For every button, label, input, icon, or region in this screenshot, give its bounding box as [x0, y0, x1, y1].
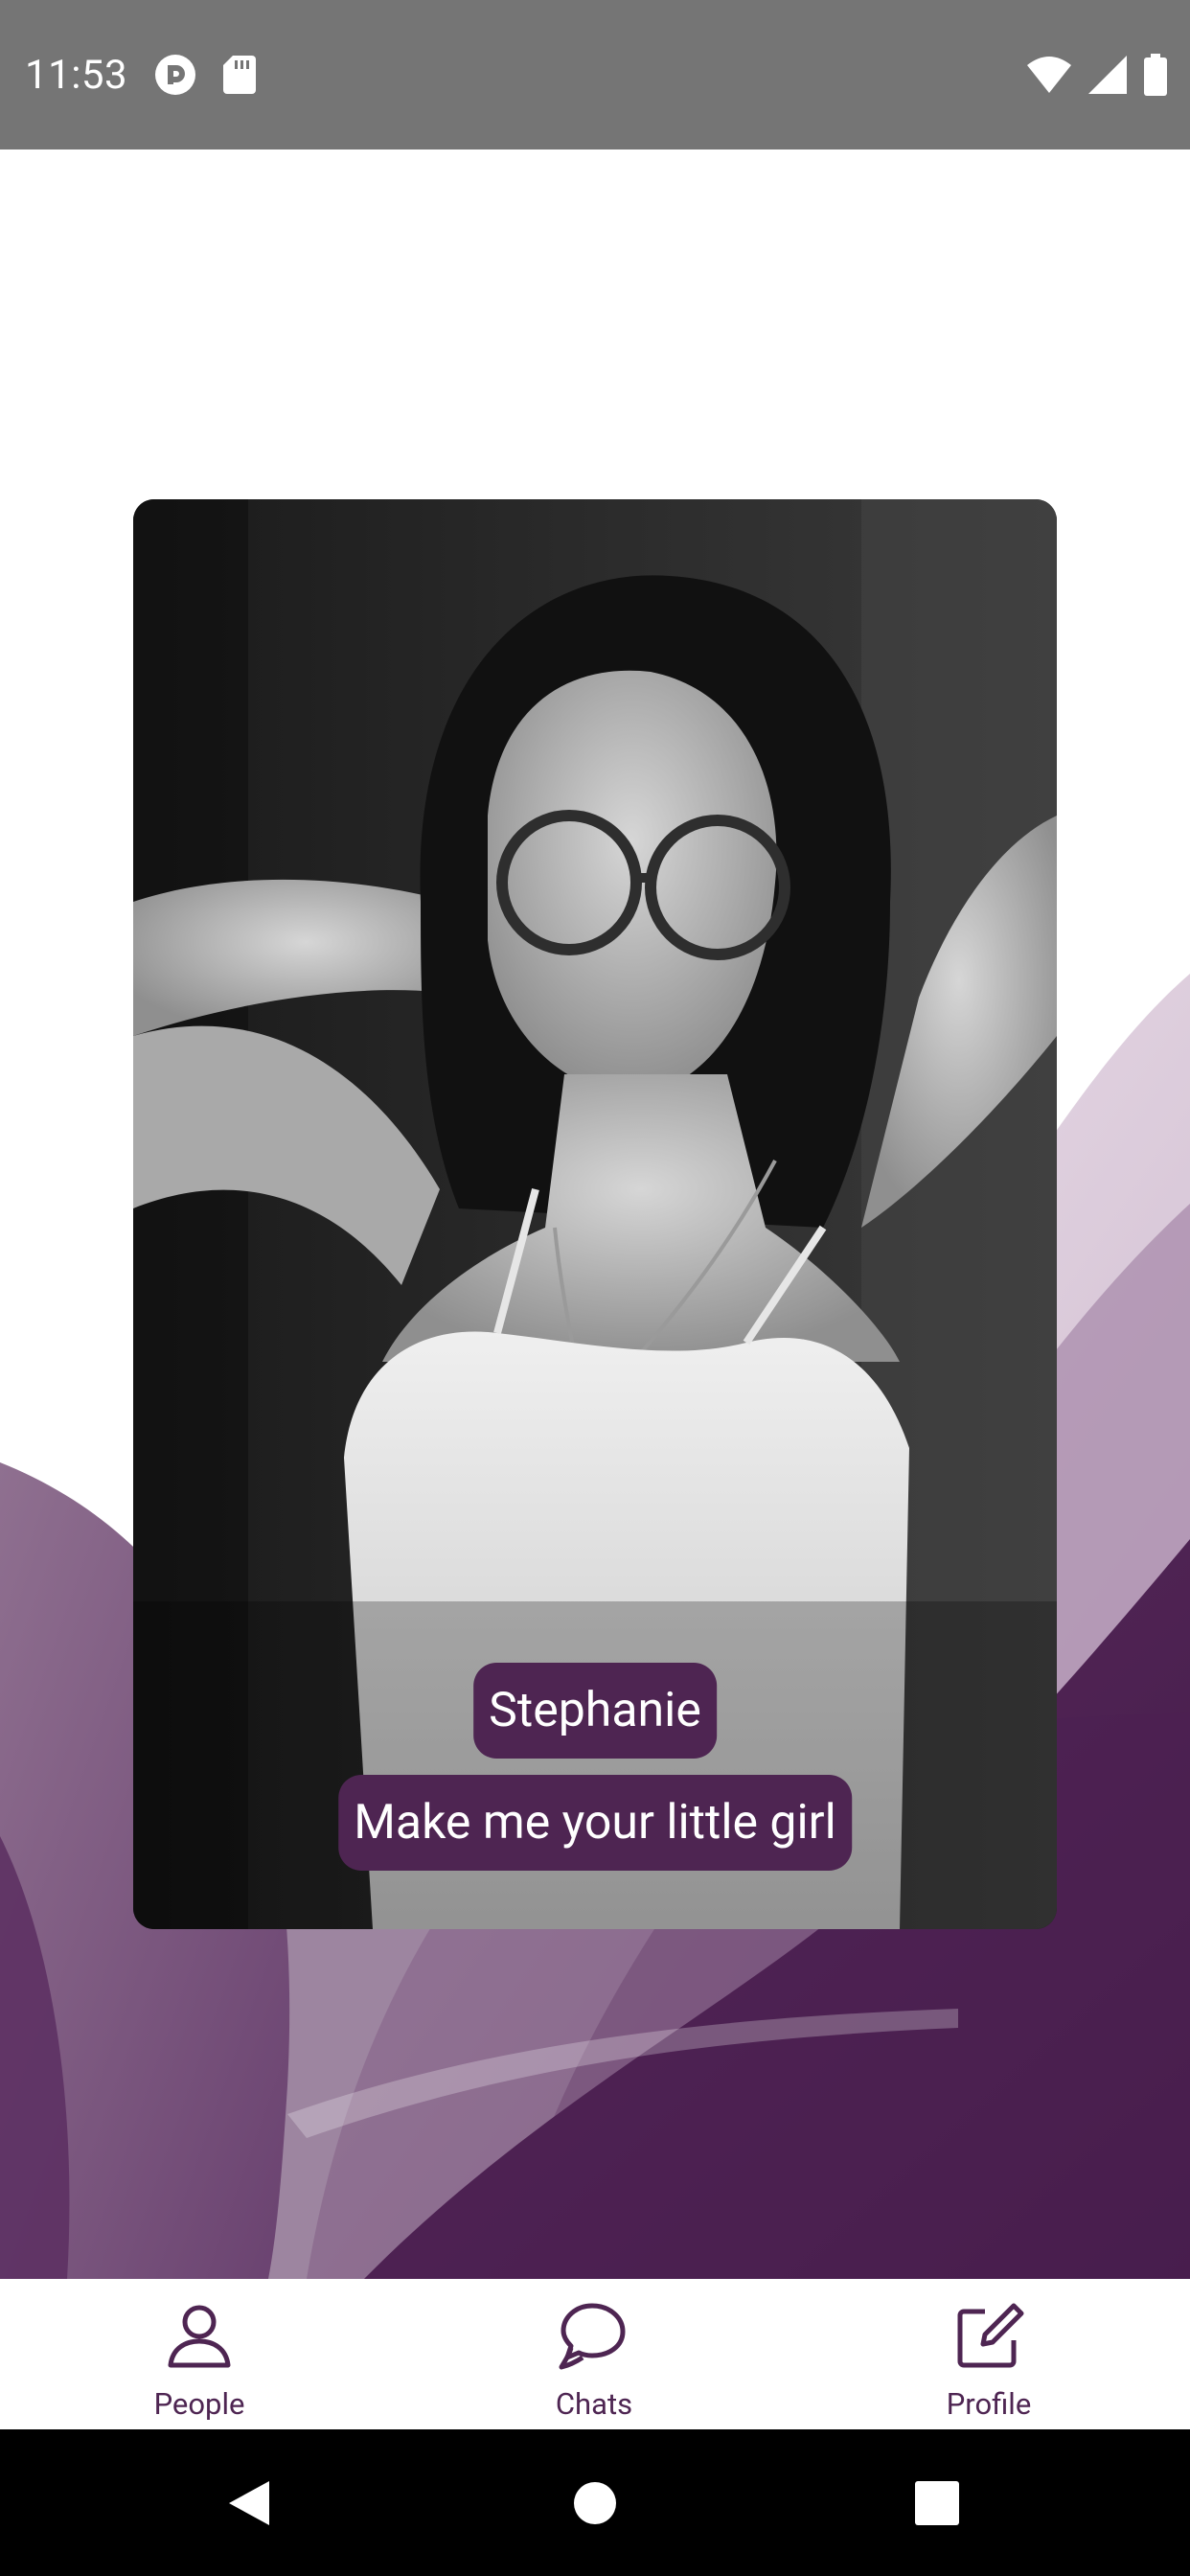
bottom-navigation: People Chats Profile	[0, 2279, 1190, 2429]
status-time: 11:53	[25, 51, 128, 99]
home-icon[interactable]	[573, 2481, 617, 2525]
status-left: 11:53	[25, 51, 257, 99]
recents-icon[interactable]	[915, 2480, 959, 2525]
wifi-icon	[1027, 57, 1071, 93]
nav-item-profile[interactable]: Profile	[885, 2279, 1092, 2429]
status-right	[1027, 54, 1167, 96]
chat-bubbles-icon	[559, 2303, 626, 2370]
nav-label-profile: Profile	[946, 2386, 1032, 2422]
nav-label-people: People	[153, 2386, 245, 2422]
profile-card[interactable]: Stephanie Make me your little girl	[133, 499, 1057, 1929]
pocket-casts-icon	[155, 55, 196, 95]
profile-name-badge: Stephanie	[473, 1663, 717, 1759]
people-screen: Stephanie Make me your little girl	[0, 150, 1190, 2279]
status-bar: 11:53	[0, 0, 1190, 150]
person-icon	[168, 2305, 231, 2368]
nav-item-people[interactable]: People	[96, 2279, 303, 2429]
back-icon[interactable]	[227, 2479, 271, 2527]
sd-card-icon	[223, 56, 257, 94]
battery-icon	[1144, 54, 1167, 96]
nav-label-chats: Chats	[555, 2386, 633, 2422]
edit-square-icon	[957, 2303, 1024, 2368]
cell-signal-icon	[1088, 56, 1127, 94]
profile-tagline-badge: Make me your little girl	[338, 1775, 852, 1871]
system-navigation-bar	[0, 2429, 1190, 2576]
nav-item-chats[interactable]: Chats	[491, 2279, 698, 2429]
